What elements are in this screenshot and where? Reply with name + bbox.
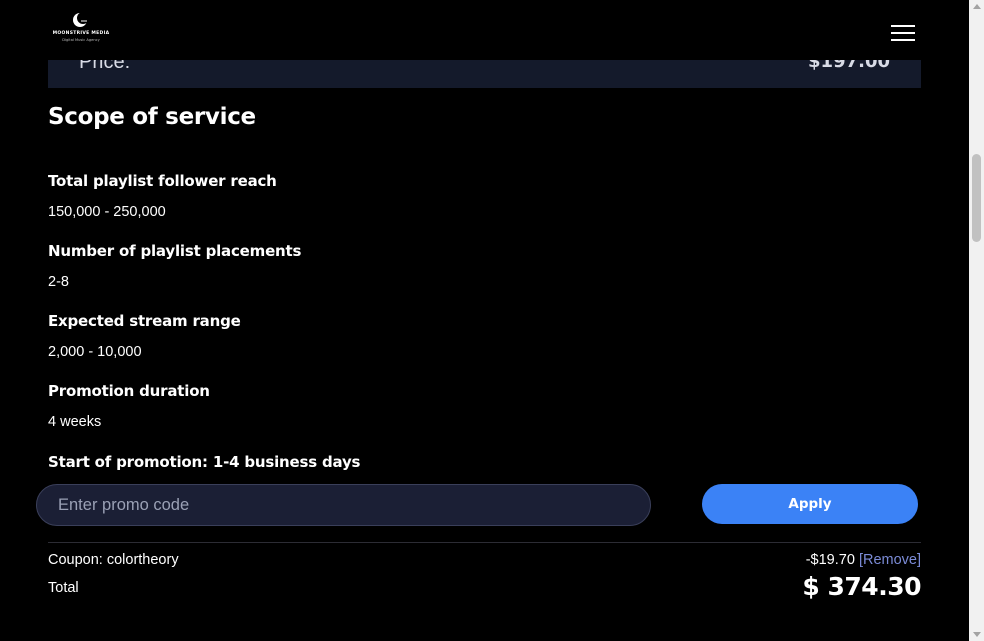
scroll-up-arrow-icon[interactable] bbox=[973, 4, 981, 9]
scroll-down-arrow-icon[interactable] bbox=[973, 632, 981, 637]
stream-range-heading: Expected stream range bbox=[48, 312, 241, 330]
follower-reach-heading: Total playlist follower reach bbox=[48, 172, 277, 190]
brand-tagline: Digital Music Agency bbox=[62, 38, 100, 42]
coupon-discount: -$19.70 [Remove] bbox=[806, 552, 921, 568]
hamburger-menu-icon[interactable] bbox=[889, 23, 917, 43]
brand-logo[interactable]: MOONSTRIVE MEDIA Digital Music Agency bbox=[52, 10, 110, 48]
follower-reach-value: 150,000 - 250,000 bbox=[48, 204, 166, 220]
scope-title: Scope of service bbox=[48, 104, 256, 130]
remove-coupon-link[interactable]: [Remove] bbox=[859, 552, 921, 568]
page-scrollbar[interactable] bbox=[969, 0, 984, 641]
stream-range-value: 2,000 - 10,000 bbox=[48, 344, 142, 360]
moon-logo-icon bbox=[73, 12, 88, 27]
duration-heading: Promotion duration bbox=[48, 382, 210, 400]
site-header: MOONSTRIVE MEDIA Digital Music Agency bbox=[0, 0, 969, 60]
duration-value: 4 weeks bbox=[48, 414, 102, 430]
total-label: Total bbox=[48, 580, 79, 596]
promo-code-input[interactable] bbox=[36, 484, 651, 526]
total-value: $ 374.30 bbox=[802, 572, 921, 601]
placements-value: 2-8 bbox=[48, 274, 69, 290]
scrollbar-thumb[interactable] bbox=[972, 154, 981, 242]
apply-button[interactable]: Apply bbox=[702, 484, 918, 524]
coupon-label: Coupon: colortheory bbox=[48, 552, 179, 568]
checkout-page: MOONSTRIVE MEDIA Digital Music Agency Pr… bbox=[0, 0, 969, 641]
coupon-amount: -$19.70 bbox=[805, 552, 855, 568]
divider bbox=[48, 542, 921, 543]
placements-heading: Number of playlist placements bbox=[48, 242, 302, 260]
brand-name: MOONSTRIVE MEDIA bbox=[52, 31, 110, 36]
start-of-promotion: Start of promotion: 1-4 business days bbox=[48, 453, 361, 471]
